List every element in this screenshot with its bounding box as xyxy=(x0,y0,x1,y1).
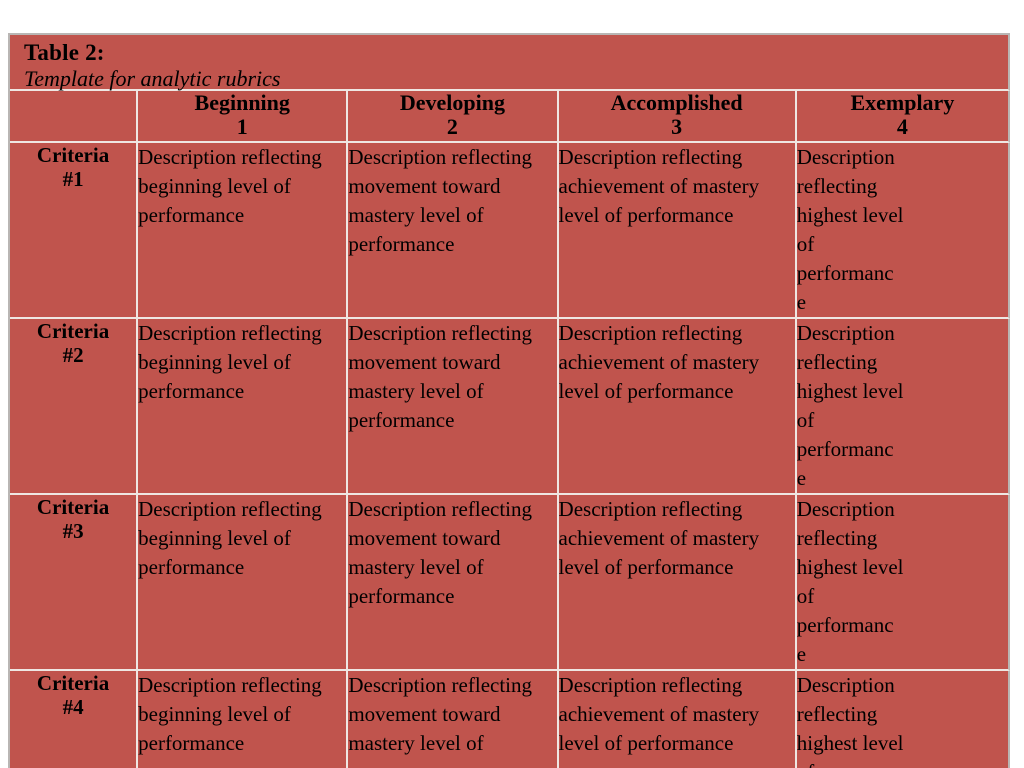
description-text-r3c4: Description reflecting highest level of … xyxy=(796,497,904,666)
criteria-label-1: Criteria xyxy=(36,143,110,167)
description-text-r2c3: Description reflecting achievement of ma… xyxy=(558,321,760,403)
description-text-r4c2: Description reflecting movement toward m… xyxy=(348,673,533,755)
description-cell-r1c3: Description reflecting achievement of ma… xyxy=(558,143,797,319)
analytic-rubric-table: Beginning 1 Developing 2 Accomplished 3 … xyxy=(10,91,1010,768)
description-text-r4c1: Description reflecting beginning level o… xyxy=(138,673,322,755)
header-row: Beginning 1 Developing 2 Accomplished 3 … xyxy=(10,91,1010,143)
table-caption: Table 2: Template for analytic rubrics xyxy=(10,35,1010,91)
description-cell-r1c4: Description reflecting highest level of … xyxy=(796,143,1010,319)
criteria-label-3: Criteria xyxy=(36,495,110,519)
criteria-number-2: #2 xyxy=(62,343,84,367)
header-number-exemplary: 4 xyxy=(896,114,908,139)
description-cell-r2c1: Description reflecting beginning level o… xyxy=(138,319,349,495)
description-cell-r4c2: Description reflecting movement toward m… xyxy=(348,671,559,768)
description-text-r1c3: Description reflecting achievement of ma… xyxy=(558,145,760,227)
description-text-r2c4: Description reflecting highest level of … xyxy=(796,321,904,490)
criteria-label-2: Criteria xyxy=(36,319,110,343)
criteria-cell-1: Criteria #1 xyxy=(10,143,139,319)
description-cell-r4c4: Description reflecting highest level of … xyxy=(796,671,1010,768)
header-label-accomplished: Accomplished xyxy=(610,90,743,115)
header-number-developing: 2 xyxy=(446,114,458,139)
description-cell-r3c2: Description reflecting movement toward m… xyxy=(348,495,559,671)
header-label-developing: Developing xyxy=(399,90,505,115)
slide-canvas: Table 2: Template for analytic rubrics B… xyxy=(0,0,1024,768)
description-text-r2c1: Description reflecting beginning level o… xyxy=(138,321,322,403)
criteria-label-4: Criteria xyxy=(36,671,110,695)
header-label-beginning: Beginning xyxy=(194,90,290,115)
criteria-cell-3: Criteria #3 xyxy=(10,495,139,671)
criteria-number-1: #1 xyxy=(62,167,84,191)
header-cell-beginning: Beginning 1 xyxy=(138,90,349,143)
criteria-cell-4: Criteria #4 xyxy=(10,671,139,768)
header-cell-developing: Developing 2 xyxy=(348,90,559,143)
description-text-r4c3: Description reflecting achievement of ma… xyxy=(558,673,760,755)
header-cell-exemplary: Exemplary 4 xyxy=(796,90,1010,143)
description-cell-r2c2: Description reflecting movement toward m… xyxy=(348,319,559,495)
description-cell-r4c3: Description reflecting achievement of ma… xyxy=(558,671,797,768)
table-row: Criteria #1 Description reflecting begin… xyxy=(10,143,1010,319)
description-text-r2c2: Description reflecting movement toward m… xyxy=(348,321,533,432)
table-header: Beginning 1 Developing 2 Accomplished 3 … xyxy=(10,91,1010,143)
description-text-r3c3: Description reflecting achievement of ma… xyxy=(558,497,760,579)
table-caption-subtitle: Template for analytic rubrics xyxy=(24,66,281,91)
description-text-r1c2: Description reflecting movement toward m… xyxy=(348,145,533,256)
table-body: Criteria #1 Description reflecting begin… xyxy=(10,143,1010,768)
table-row: Criteria #3 Description reflecting begin… xyxy=(10,495,1010,671)
description-cell-r2c3: Description reflecting achievement of ma… xyxy=(558,319,797,495)
description-text-r3c2: Description reflecting movement toward m… xyxy=(348,497,533,608)
description-cell-r3c4: Description reflecting highest level of … xyxy=(796,495,1010,671)
table-row: Criteria #4 Description reflecting begin… xyxy=(10,671,1010,768)
description-text-r1c1: Description reflecting beginning level o… xyxy=(138,145,322,227)
description-cell-r3c1: Description reflecting beginning level o… xyxy=(138,495,349,671)
description-cell-r3c3: Description reflecting achievement of ma… xyxy=(558,495,797,671)
description-text-r4c4: Description reflecting highest level of … xyxy=(796,673,904,768)
criteria-number-3: #3 xyxy=(62,519,84,543)
rubric-table-container: Table 2: Template for analytic rubrics B… xyxy=(8,33,1010,768)
header-number-beginning: 1 xyxy=(236,114,248,139)
header-number-accomplished: 3 xyxy=(671,114,683,139)
header-corner-cell xyxy=(10,91,139,143)
description-text-r3c1: Description reflecting beginning level o… xyxy=(138,497,322,579)
description-cell-r1c2: Description reflecting movement toward m… xyxy=(348,143,559,319)
header-cell-accomplished: Accomplished 3 xyxy=(558,90,797,143)
description-cell-r4c1: Description reflecting beginning level o… xyxy=(138,671,349,768)
description-cell-r2c4: Description reflecting highest level of … xyxy=(796,319,1010,495)
header-label-exemplary: Exemplary xyxy=(850,90,955,115)
description-text-r1c4: Description reflecting highest level of … xyxy=(796,145,904,314)
description-cell-r1c1: Description reflecting beginning level o… xyxy=(138,143,349,319)
criteria-cell-2: Criteria #2 xyxy=(10,319,139,495)
table-row: Criteria #2 Description reflecting begin… xyxy=(10,319,1010,495)
table-caption-label: Table 2: xyxy=(24,40,105,65)
criteria-number-4: #4 xyxy=(62,695,84,719)
